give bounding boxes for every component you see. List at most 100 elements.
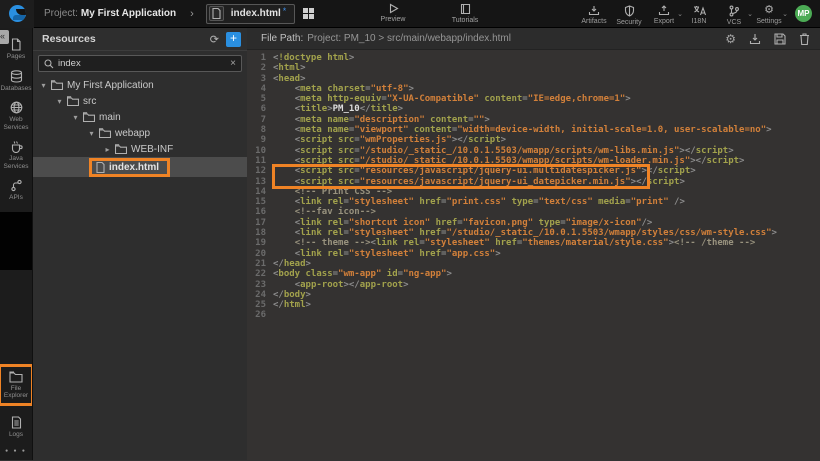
clear-search-icon[interactable]: ×: [230, 58, 236, 69]
code-line[interactable]: <link rel="stylesheet" href="app.css">: [273, 249, 820, 259]
caret-down-icon[interactable]: ▾: [71, 113, 80, 122]
caret-down-icon[interactable]: ▾: [55, 97, 64, 106]
code-line[interactable]: <script src="wmProperties.js"></script>: [273, 135, 820, 145]
code-line[interactable]: <!-- Print CSS -->: [273, 187, 820, 197]
code-line[interactable]: <link rel="shortcut icon" href="favicon.…: [273, 218, 820, 228]
web-services-label: Web Services: [1, 116, 31, 131]
code-line[interactable]: <!doctype html>: [273, 53, 820, 63]
code-line[interactable]: <script src="/studio/_static_/10.0.1.550…: [273, 146, 820, 156]
tutorials-label: Tutorials: [452, 17, 479, 24]
pages-label: Pages: [7, 53, 25, 61]
resource-tree: ▾ My First Application ▾ src ▾ main ▾ we…: [33, 77, 247, 177]
search-input[interactable]: [58, 58, 230, 69]
tab-grid-icon[interactable]: [303, 8, 314, 19]
code-line[interactable]: <meta charset="utf-8">: [273, 84, 820, 94]
tab-index-html[interactable]: index.html *: [206, 4, 296, 24]
file-path-bar: File Path: Project: PM_10 > src/main/web…: [247, 28, 820, 50]
rail-overflow-dots[interactable]: ● ● ●: [5, 442, 27, 460]
search-icon: [44, 59, 54, 69]
code-line[interactable]: </body>: [273, 290, 820, 300]
tab-file-icon: [209, 6, 224, 21]
code-line[interactable]: <meta name="description" content="">: [273, 115, 820, 125]
i18n-button[interactable]: I18N: [686, 2, 712, 25]
code-line[interactable]: </html>: [273, 300, 820, 310]
code-line[interactable]: <body class="wm-app" id="ng-app">: [273, 269, 820, 279]
save-icon[interactable]: [774, 33, 786, 45]
export-button[interactable]: Export ⌄: [651, 2, 677, 25]
folder-icon: [99, 128, 111, 138]
delete-trash-icon[interactable]: [799, 33, 810, 45]
java-services-label: Java Services: [1, 155, 31, 170]
code-line[interactable]: <app-root></app-root>: [273, 280, 820, 290]
code-line[interactable]: <!-- theme --><link rel="stylesheet" hre…: [273, 238, 820, 248]
tree-item-index-html[interactable]: index.html: [33, 157, 247, 177]
gear-icon: ⚙: [764, 5, 774, 16]
left-icon-rail: Pages Databases Web Services Java Servic…: [0, 28, 32, 460]
databases-label: Databases: [0, 85, 31, 93]
code-line[interactable]: <link rel="stylesheet" href="/studio/_st…: [273, 228, 820, 238]
tree-item-project[interactable]: ▾ My First Application: [33, 77, 247, 93]
preview-label: Preview: [381, 16, 406, 23]
code-line[interactable]: <meta name="viewport" content="width=dev…: [273, 125, 820, 135]
code-line[interactable]: <script src="resources/javascript/jquery…: [273, 177, 820, 187]
sidebar-item-web-services[interactable]: Web Services: [0, 96, 32, 135]
preview-button[interactable]: Preview: [370, 3, 416, 23]
tree-item-src[interactable]: ▾ src: [33, 93, 247, 109]
tree-item-webapp[interactable]: ▾ webapp: [33, 125, 247, 141]
breadcrumb-chevron-icon: ›: [190, 8, 194, 20]
code-area[interactable]: 1234567891011121314151617181920212223242…: [247, 50, 820, 460]
code-line[interactable]: <html>: [273, 63, 820, 73]
code-line[interactable]: <title>PM_10</title>: [273, 104, 820, 114]
caret-right-icon[interactable]: ▸: [103, 145, 112, 154]
settings-chevron-icon: ⌄: [782, 10, 788, 18]
folder-icon: [67, 96, 79, 106]
file-path-label: File Path:: [261, 33, 303, 44]
caret-down-icon[interactable]: ▾: [87, 129, 96, 138]
collapse-panel-button[interactable]: «: [0, 30, 9, 44]
code-lines[interactable]: <!doctype html><html><head> <meta charse…: [273, 53, 820, 460]
resources-header: Resources ⟳ +: [33, 28, 247, 51]
editor-settings-gear-icon[interactable]: ⚙: [725, 33, 736, 45]
top-bar: Project: My First Application › index.ht…: [0, 0, 820, 28]
sidebar-item-apis[interactable]: APIs: [0, 174, 32, 206]
code-line[interactable]: <link rel="stylesheet" href="print.css" …: [273, 197, 820, 207]
folder-icon: [51, 80, 63, 90]
tree-item-main[interactable]: ▾ main: [33, 109, 247, 125]
line-number-gutter: 1234567891011121314151617181920212223242…: [247, 53, 273, 460]
vcs-button[interactable]: VCS ⌄: [721, 2, 747, 26]
code-line[interactable]: <script src="resources/javascript/jquery…: [273, 166, 820, 176]
settings-button[interactable]: ⚙ Settings ⌄: [756, 2, 782, 25]
code-line[interactable]: <script src="/studio/_static_/10.0.1.550…: [273, 156, 820, 166]
file-path-value: Project: PM_10 > src/main/webapp/index.h…: [307, 33, 725, 44]
resource-search-box: ×: [38, 55, 242, 72]
folder-icon: [115, 144, 127, 154]
tutorials-button[interactable]: Tutorials: [442, 3, 488, 24]
export-chevron-icon: ⌄: [677, 10, 683, 18]
user-avatar[interactable]: MP: [795, 5, 812, 22]
sidebar-item-file-explorer[interactable]: File Explorer: [0, 366, 32, 404]
sidebar-item-java-services[interactable]: Java Services: [0, 135, 32, 174]
code-line[interactable]: <!--fav icon-->: [273, 207, 820, 217]
topbar-right-cluster: Artifacts Security Export ⌄ I18N VCS ⌄ ⚙…: [581, 2, 820, 26]
index-html-highlight-box: index.html: [89, 158, 170, 177]
sidebar-item-databases[interactable]: Databases: [0, 65, 32, 97]
caret-down-icon[interactable]: ▾: [39, 81, 48, 90]
wavemaker-logo-icon: [9, 5, 26, 22]
resources-title: Resources: [42, 33, 210, 45]
code-line[interactable]: <meta http-equiv="X-UA-Compatible" conte…: [273, 94, 820, 104]
tree-item-web-inf[interactable]: ▸ WEB-INF: [33, 141, 247, 157]
add-resource-button[interactable]: +: [226, 32, 241, 47]
download-file-icon[interactable]: [749, 33, 761, 45]
artifacts-button[interactable]: Artifacts: [581, 2, 607, 25]
rail-empty-section: [0, 212, 32, 270]
project-label: Project:: [44, 8, 78, 19]
app-logo[interactable]: [0, 0, 34, 28]
resources-panel: Resources ⟳ + × ▾ My First Application ▾…: [32, 28, 247, 460]
logs-label: Logs: [9, 431, 23, 439]
code-line[interactable]: </head>: [273, 259, 820, 269]
code-line[interactable]: [273, 310, 820, 320]
sidebar-item-logs[interactable]: Logs: [0, 411, 32, 443]
refresh-icon[interactable]: ⟳: [210, 33, 219, 46]
security-button[interactable]: Security: [616, 2, 642, 26]
code-line[interactable]: <head>: [273, 74, 820, 84]
